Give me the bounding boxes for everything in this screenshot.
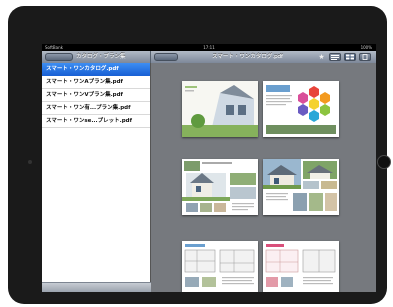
file-item-catalog[interactable]: スマート・ワンカタログ.pdf: [42, 63, 150, 76]
file-item-pamphlet[interactable]: スマート・ワンse...プレット.pdf: [42, 115, 150, 128]
file-item-yu-plan[interactable]: スマート・ワン有...プラン集.pdf: [42, 102, 150, 115]
status-bar: SoftBank 17:11 100%: [42, 44, 376, 51]
file-item-v-plan[interactable]: スマート・ワンVプラン集.pdf: [42, 89, 150, 102]
outline-view-icon[interactable]: [329, 53, 341, 61]
front-camera: [28, 160, 32, 164]
viewer-back-button[interactable]: [154, 53, 178, 61]
battery-indicator: 100%: [360, 45, 372, 50]
folder-back-button[interactable]: [45, 53, 73, 61]
file-item-a-plan[interactable]: スマート・ワンAプラン集.pdf: [42, 76, 150, 89]
single-page-icon[interactable]: [359, 53, 371, 61]
grid-view-icon[interactable]: [344, 53, 356, 61]
clock: 17:11: [203, 45, 215, 50]
page-thumbnail-5[interactable]: [182, 241, 258, 292]
file-list-navbar: カタログ・プラン集: [42, 51, 151, 63]
document-title: スマート・ワンカタログ.pdf: [211, 54, 283, 60]
file-list-bottom-bar: [42, 282, 151, 292]
folder-title: カタログ・プラン集: [76, 54, 126, 60]
ipad-device: SoftBank 17:11 100% カタログ・プラン集 スマート・ワンカタロ…: [8, 6, 391, 304]
page-thumbnail-1[interactable]: [182, 81, 258, 137]
star-icon[interactable]: ★: [317, 53, 326, 61]
file-list: スマート・ワンカタログ.pdf スマート・ワンAプラン集.pdf スマート・ワン…: [42, 63, 151, 292]
screen: SoftBank 17:11 100% カタログ・プラン集 スマート・ワンカタロ…: [42, 44, 376, 292]
page-thumbnail-6[interactable]: [263, 241, 339, 292]
page-thumbnail-3[interactable]: [182, 159, 258, 215]
page-thumbnail-2[interactable]: [263, 81, 339, 137]
viewer-navbar: スマート・ワンカタログ.pdf ★: [151, 51, 376, 63]
thumbnail-grid: [151, 63, 376, 292]
page-thumbnail-4[interactable]: [263, 159, 339, 215]
home-button[interactable]: [377, 155, 391, 169]
